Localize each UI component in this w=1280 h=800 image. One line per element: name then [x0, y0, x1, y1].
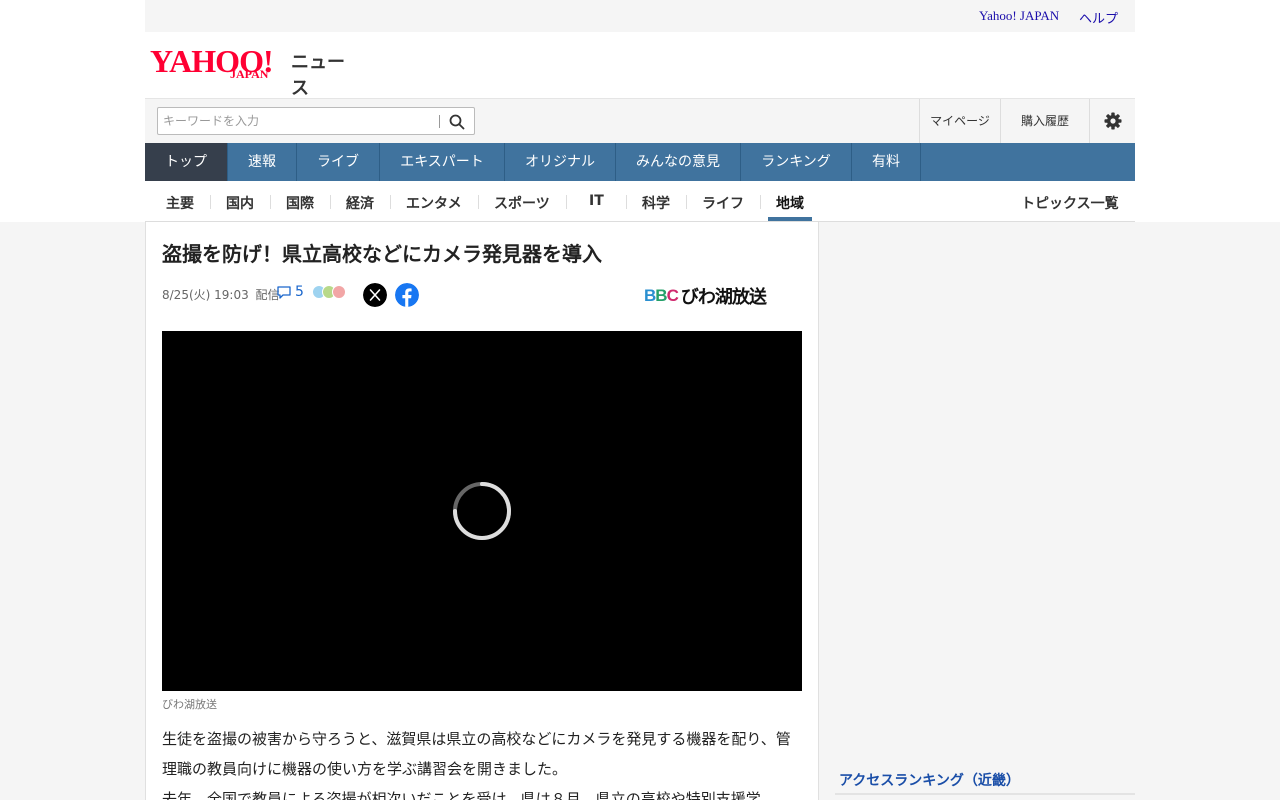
comment-count: 5: [295, 284, 304, 300]
nav-original[interactable]: オリジナル: [505, 143, 616, 181]
nav-breaking[interactable]: 速報: [228, 143, 297, 181]
category-nav: 主要 国内 国際 経済 エンタメ スポーツ IT 科学 ライフ 地域 トピックス…: [145, 181, 1135, 222]
search-box: [157, 107, 475, 135]
nav-top[interactable]: トップ: [145, 143, 228, 181]
publisher-logo[interactable]: BBC びわ湖放送: [644, 285, 767, 308]
category-international[interactable]: 国際: [286, 193, 314, 213]
access-ranking-title[interactable]: アクセスランキング（近畿）: [839, 770, 1020, 790]
comment-reactions[interactable]: 5: [276, 284, 346, 300]
category-entertainment[interactable]: エンタメ: [406, 193, 462, 213]
logo-japan-text: JAPAN: [230, 67, 269, 81]
mypage-link[interactable]: マイページ: [919, 99, 1000, 143]
category-domestic[interactable]: 国内: [226, 193, 254, 213]
category-divider: [566, 195, 567, 209]
nav-ranking[interactable]: ランキング: [741, 143, 852, 181]
search-icon[interactable]: [448, 113, 466, 131]
x-share-icon[interactable]: [363, 283, 387, 307]
category-it[interactable]: IT: [589, 193, 604, 209]
category-divider: [686, 195, 687, 209]
article-paragraph: 去年、全国で教員による盗撮が相次いだことを受け、県は８月、県立の高校や特別支援学: [162, 790, 761, 800]
article-container: 盗撮を防げ！県立高校などにカメラ発見器を導入 8/25(火) 19:03 配信 …: [145, 222, 819, 800]
search-bar: マイページ 購入履歴: [145, 98, 1135, 143]
publisher-logo-b2: B: [655, 286, 667, 305]
help-link[interactable]: ヘルプ: [1079, 8, 1118, 27]
global-nav: トップ 速報 ライブ エキスパート オリジナル みんなの意見 ランキング 有料: [145, 143, 1135, 181]
reaction-face-icon: [331, 285, 346, 299]
category-sports[interactable]: スポーツ: [494, 193, 550, 213]
category-local[interactable]: 地域: [776, 193, 804, 213]
nav-paid[interactable]: 有料: [852, 143, 921, 181]
category-divider: [270, 195, 271, 209]
category-science[interactable]: 科学: [642, 193, 670, 213]
category-life[interactable]: ライフ: [702, 193, 744, 213]
topics-list-link[interactable]: トピックス一覧: [1021, 193, 1119, 213]
utility-bar: Yahoo! JAPAN ヘルプ: [145, 0, 1135, 32]
nav-live[interactable]: ライブ: [297, 143, 380, 181]
nav-expert[interactable]: エキスパート: [380, 143, 505, 181]
article-meta: 8/25(火) 19:03 配信: [162, 286, 280, 303]
access-ranking-header: アクセスランキング（近畿）: [835, 767, 1135, 795]
gear-icon: [1104, 112, 1121, 130]
article-body: 生徒を盗撮の被害から守ろうと、滋賀県は県立の高校などにカメラを発見する機器を配り…: [162, 724, 804, 800]
publisher-name: びわ湖放送: [680, 287, 767, 308]
publisher-logo-mark: BBC: [644, 286, 679, 306]
comment-icon: [277, 286, 291, 299]
purchase-history-link[interactable]: 購入履歴: [1000, 99, 1089, 143]
category-divider: [478, 195, 479, 209]
category-divider: [330, 195, 331, 209]
loading-spinner-icon: [453, 482, 511, 540]
publish-date: 8/25(火) 19:03: [162, 288, 249, 302]
publisher-logo-b1: B: [644, 286, 656, 305]
category-divider: [210, 195, 211, 209]
active-category-indicator: [768, 217, 812, 221]
category-divider: [760, 195, 761, 209]
search-input[interactable]: [158, 108, 428, 134]
facebook-share-icon[interactable]: [395, 283, 419, 307]
logo-section-title: ニュース: [291, 52, 345, 99]
article-title: 盗撮を防げ！県立高校などにカメラ発見器を導入: [162, 242, 602, 266]
category-economy[interactable]: 経済: [346, 193, 374, 213]
video-caption: びわ湖放送: [162, 698, 217, 711]
settings-button[interactable]: [1089, 99, 1135, 143]
category-divider: [390, 195, 391, 209]
yahoo-japan-link[interactable]: Yahoo! JAPAN: [979, 8, 1059, 24]
search-divider: [439, 115, 440, 128]
nav-opinion[interactable]: みんなの意見: [616, 143, 741, 181]
video-player[interactable]: [162, 331, 802, 691]
article-paragraph: 生徒を盗撮の被害から守ろうと、滋賀県は県立の高校などにカメラを発見する機器を配り…: [162, 730, 791, 778]
category-divider: [626, 195, 627, 209]
yahoo-news-logo[interactable]: YAHOO! JAPAN ニュース: [150, 45, 360, 99]
publisher-logo-c: C: [666, 286, 679, 305]
category-main[interactable]: 主要: [166, 193, 194, 213]
